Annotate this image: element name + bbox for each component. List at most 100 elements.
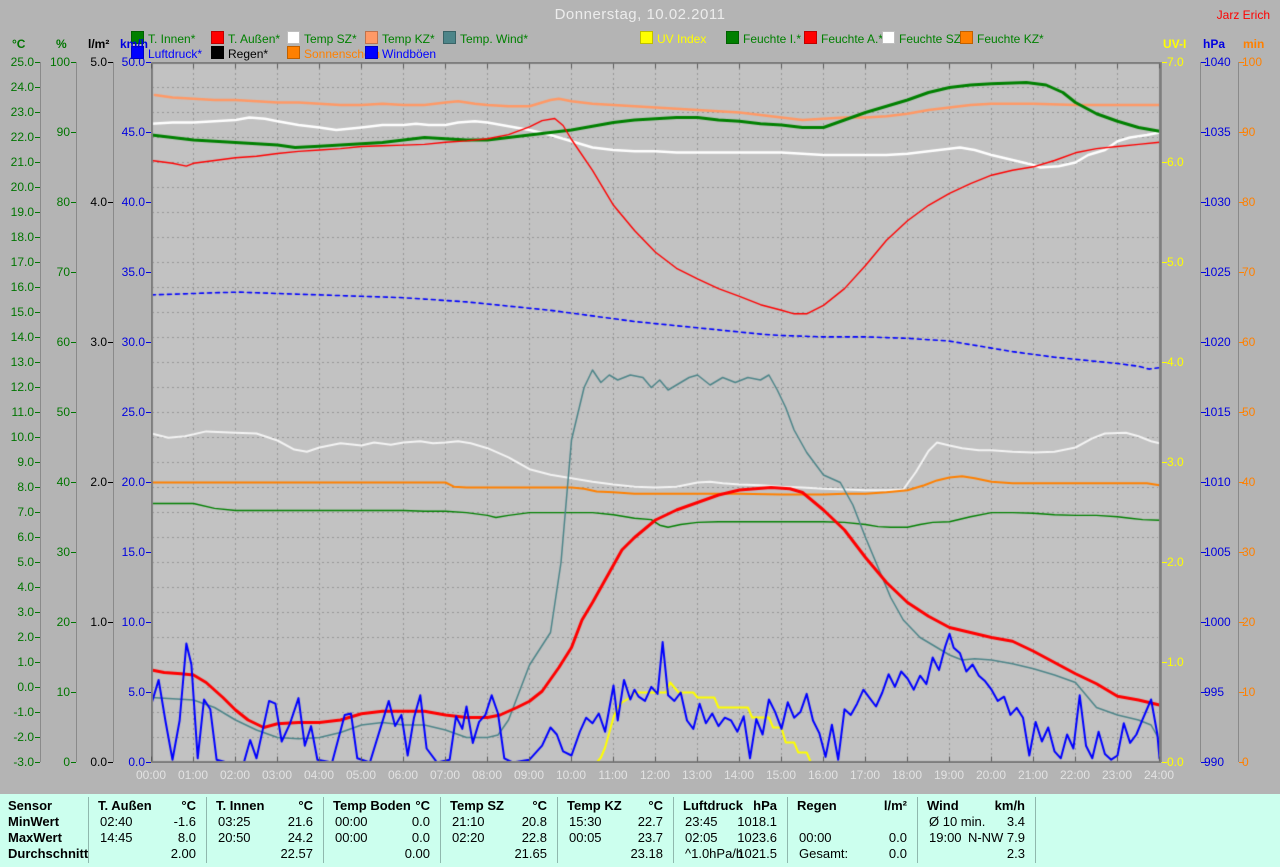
time-tick-label: 00:00 <box>135 768 167 782</box>
chart-plot-area[interactable] <box>151 62 1161 763</box>
weather-app-window: Donnerstag, 10.02.2011 Jarz Erich T. Inn… <box>0 0 1280 867</box>
axis-tick <box>1201 692 1206 693</box>
page-title: Donnerstag, 10.02.2011 <box>554 6 726 23</box>
axis-tick <box>1201 762 1206 763</box>
table-sensor-unit: km/h <box>994 798 1025 813</box>
table-sensor-unit: °C <box>415 798 430 813</box>
table-divider <box>323 797 324 863</box>
legend-item-regen-: Regen* <box>211 46 268 61</box>
time-tick-label: 15:00 <box>765 768 797 782</box>
axis-tick <box>108 622 113 623</box>
legend-swatch-icon <box>726 31 739 44</box>
table-measure-value: 2.3 <box>1006 846 1025 861</box>
axis-tick-label: 2.0 <box>90 475 107 489</box>
axis-tick-label: 6.0 <box>17 530 34 544</box>
axis-tick <box>71 622 76 623</box>
axis-tick-label: 1040 <box>1204 55 1231 69</box>
axis-tick-label: 100 <box>49 55 70 69</box>
axis-header-pct: % <box>56 37 67 51</box>
axis-tick-label: 6.0 <box>1167 155 1184 169</box>
axis-tick-label: 15.0 <box>10 305 34 319</box>
axis-tick <box>35 187 40 188</box>
table-row-label: Durchschnitt <box>8 846 89 861</box>
axis-tick-label: 1030 <box>1204 195 1231 209</box>
axis-tick-label: 10 <box>56 685 70 699</box>
axis-tick-label: 4.0 <box>17 580 34 594</box>
axis-tick <box>1162 62 1167 63</box>
axis-tick-label: 0 <box>63 755 70 769</box>
axis-line-lm2 <box>113 62 114 762</box>
legend-swatch-icon <box>365 31 378 44</box>
axis-tick <box>1201 62 1206 63</box>
axis-tick-label: 18.0 <box>10 230 34 244</box>
axis-tick <box>35 612 40 613</box>
table-measure-value: 23.7 <box>637 830 663 845</box>
axis-tick <box>71 132 76 133</box>
axis-tick <box>35 662 40 663</box>
axis-tick <box>1201 412 1206 413</box>
axis-tick <box>35 412 40 413</box>
axis-tick <box>71 692 76 693</box>
axis-tick-label: 4.0 <box>90 195 107 209</box>
time-tick-label: 04:00 <box>303 768 335 782</box>
axis-tick-label: 16.0 <box>10 280 34 294</box>
table-sensor-unit: hPa <box>753 798 777 813</box>
axis-tick-label: 50 <box>1242 405 1256 419</box>
axis-tick <box>1239 622 1244 623</box>
time-tick-label: 21:00 <box>1017 768 1049 782</box>
table-measure-value: 1018.1 <box>737 814 777 829</box>
axis-tick-label: 995 <box>1204 685 1225 699</box>
legend-label: Temp. Wind* <box>460 32 529 46</box>
legend-swatch-icon <box>211 31 224 44</box>
time-tick-label: 23:00 <box>1101 768 1133 782</box>
axis-tick <box>71 62 76 63</box>
table-measure-value: 8.0 <box>177 830 196 845</box>
table-measure-value: 21.65 <box>514 846 547 861</box>
table-measure-value: 1023.6 <box>737 830 777 845</box>
axis-tick <box>35 712 40 713</box>
table-sensor-unit: l/m² <box>883 798 907 813</box>
time-tick-label: 10:00 <box>555 768 587 782</box>
legend-swatch-icon <box>287 31 300 44</box>
time-tick-label: 17:00 <box>849 768 881 782</box>
axis-tick <box>1239 202 1244 203</box>
legend-item-feuchte-i-: Feuchte I.* <box>726 31 801 46</box>
legend-label: T. Außen* <box>228 32 281 46</box>
axis-tick-label: 20.0 <box>10 180 34 194</box>
axis-tick-label: 1.0 <box>17 655 34 669</box>
legend-item-feuchte-sz-: Feuchte SZ* <box>882 31 966 46</box>
axis-tick-label: 30 <box>1242 545 1256 559</box>
axis-tick-label: 8.0 <box>17 480 34 494</box>
time-tick-label: 19:00 <box>933 768 965 782</box>
axis-tick-label: 60 <box>56 335 70 349</box>
axis-tick <box>35 112 40 113</box>
axis-header-lm2: l/m² <box>88 37 110 51</box>
axis-tick <box>71 412 76 413</box>
axis-tick <box>35 487 40 488</box>
axis-tick <box>71 342 76 343</box>
time-tick-label: 22:00 <box>1059 768 1091 782</box>
axis-header-hpa: hPa <box>1203 37 1226 51</box>
axis-tick-label: 0.0 <box>17 680 34 694</box>
axis-tick-label: 30.0 <box>121 335 145 349</box>
legend-item-feuchte-a-: Feuchte A.* <box>804 31 883 46</box>
legend-item-uv-index: UV Index <box>640 31 706 46</box>
axis-line-pct <box>76 62 77 762</box>
axis-tick <box>1162 362 1167 363</box>
table-sensor-unit: °C <box>181 798 196 813</box>
axis-tick-label: 1010 <box>1204 475 1231 489</box>
time-tick-label: 13:00 <box>681 768 713 782</box>
legend-swatch-icon <box>640 31 653 44</box>
axis-tick-label: 0.0 <box>90 755 107 769</box>
axis-tick <box>35 537 40 538</box>
axis-tick-label: 25.0 <box>121 405 145 419</box>
time-tick-label: 11:00 <box>598 768 628 782</box>
axis-tick-label: -3.0 <box>13 755 34 769</box>
table-measure-value: 20.8 <box>521 814 547 829</box>
axis-header-c: °C <box>12 37 26 51</box>
axis-tick-label: 25.0 <box>10 55 34 69</box>
table-divider <box>440 797 441 863</box>
axis-tick-label: 40 <box>1242 475 1256 489</box>
axis-tick <box>1162 262 1167 263</box>
table-divider <box>206 797 207 863</box>
